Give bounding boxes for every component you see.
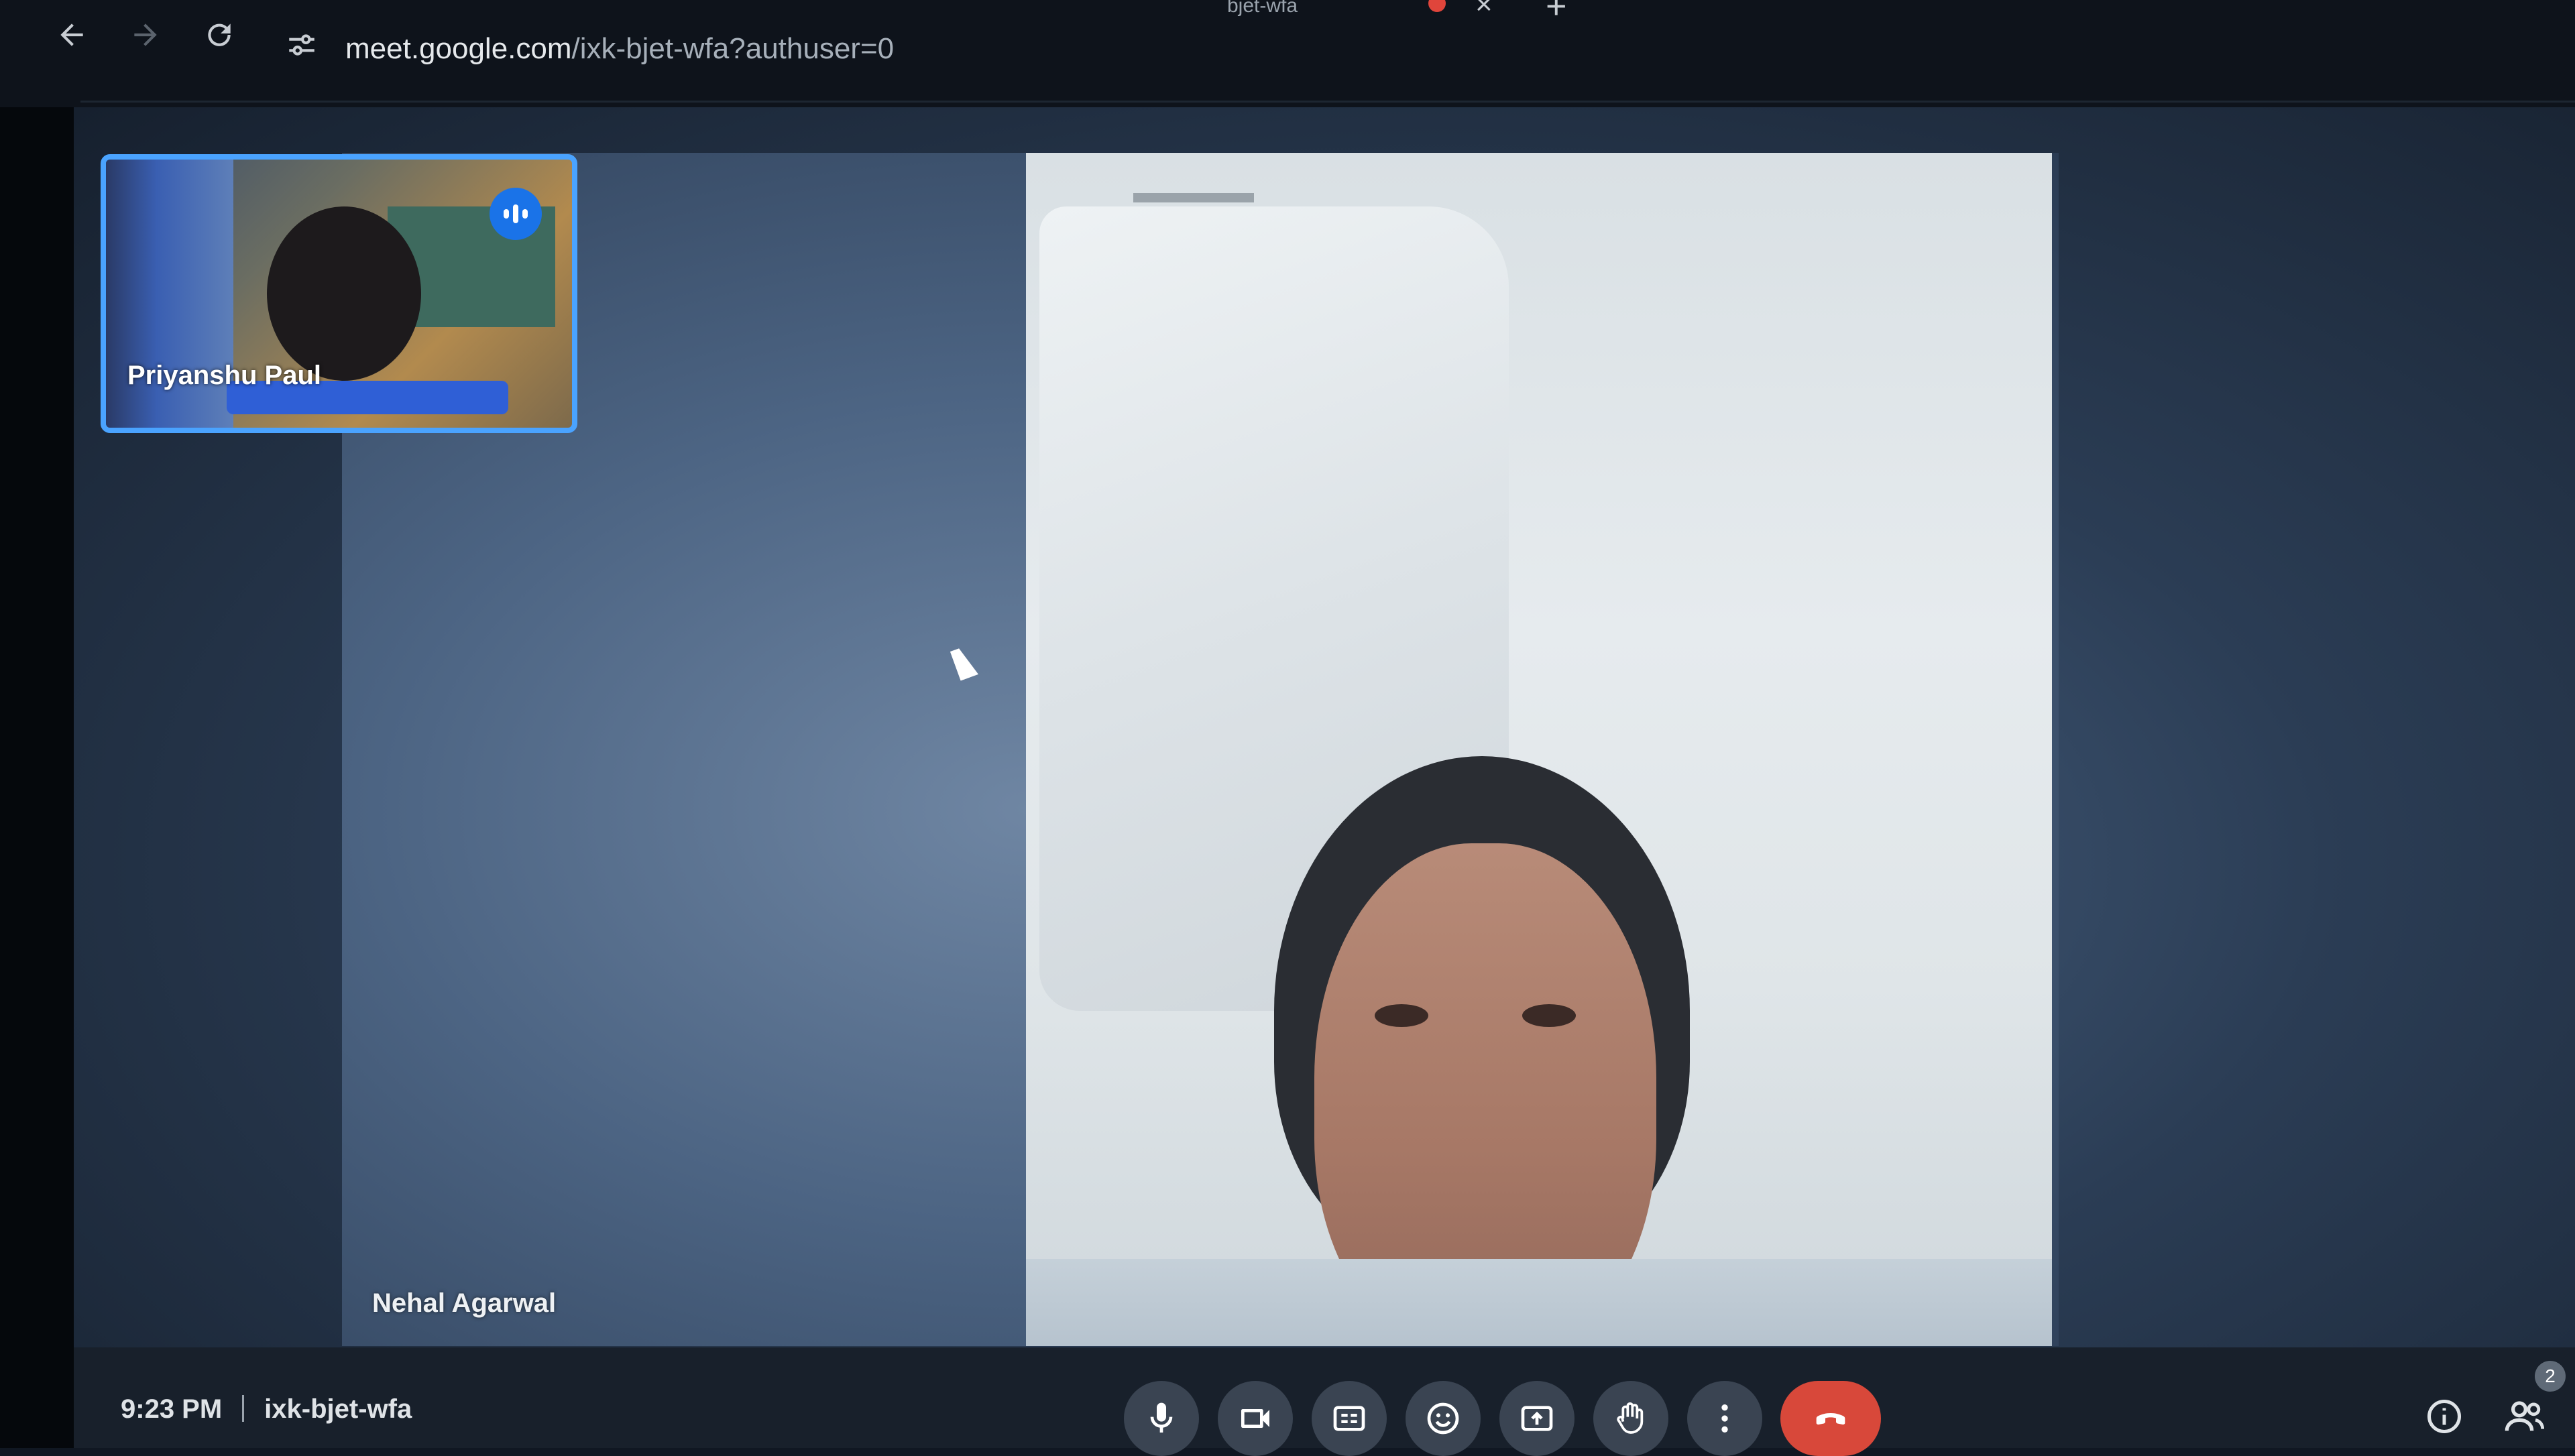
address-bar[interactable]: meet.google.com/ixk-bjet-wfa?authuser=0: [345, 32, 894, 66]
participant-video-main: [1026, 153, 2052, 1346]
meeting-time: 9:23 PM: [121, 1394, 223, 1424]
mic-icon: [1150, 1402, 1173, 1433]
background-hanger: [1133, 193, 1254, 202]
reactions-button[interactable]: [1406, 1381, 1481, 1456]
forward-button[interactable]: [122, 17, 169, 64]
reload-icon: [208, 23, 231, 46]
back-button[interactable]: [48, 17, 95, 64]
speaking-indicator-icon: [490, 188, 542, 240]
browser-chrome: bjet-wfa × + meet.google.com/ixk-bjet-wf…: [0, 0, 2575, 107]
new-tab-button[interactable]: +: [1546, 0, 1567, 27]
recording-indicator-icon: [1428, 0, 1446, 12]
more-vert-icon: [1721, 1404, 1728, 1433]
participant-tile-self[interactable]: Priyanshu Paul: [101, 154, 577, 433]
tab-title[interactable]: bjet-wfa: [1227, 0, 1298, 17]
raise-hand-button[interactable]: [1593, 1381, 1668, 1456]
emoji-icon: [1427, 1402, 1459, 1435]
camera-button[interactable]: [1218, 1381, 1293, 1456]
tune-icon: [289, 34, 314, 56]
site-info-button[interactable]: [285, 28, 319, 62]
captions-button[interactable]: [1312, 1381, 1387, 1456]
divider: [242, 1395, 245, 1422]
meeting-details: 9:23 PM ixk-bjet-wfa: [121, 1394, 412, 1424]
url-host: meet.google.com: [345, 32, 572, 65]
self-video-person: [267, 206, 421, 381]
more-options-button[interactable]: [1687, 1381, 1762, 1456]
meeting-info-button[interactable]: [2421, 1393, 2468, 1440]
tab-close-button[interactable]: ×: [1475, 0, 1493, 21]
participant-shirt: [1026, 1259, 2052, 1346]
leave-call-button[interactable]: [1780, 1381, 1881, 1456]
url-path: /ixk-bjet-wfa?authuser=0: [571, 32, 895, 65]
info-icon: [2427, 1400, 2461, 1433]
meeting-code[interactable]: ixk-bjet-wfa: [264, 1394, 412, 1424]
divider: [80, 101, 2575, 103]
participant-eye-left: [1375, 1004, 1428, 1027]
camera-icon: [1241, 1409, 1269, 1428]
reload-button[interactable]: [196, 17, 243, 64]
captions-icon: [1333, 1406, 1365, 1431]
microphone-button[interactable]: [1124, 1381, 1199, 1456]
people-count-badge: 2: [2535, 1361, 2566, 1392]
people-icon: [2505, 1401, 2545, 1431]
hangup-icon: [1816, 1413, 1845, 1425]
present-button[interactable]: [1499, 1381, 1575, 1456]
arrow-back-icon: [60, 23, 83, 46]
hand-icon: [1617, 1402, 1644, 1434]
screen-bezel: [0, 0, 74, 1448]
people-button[interactable]: [2501, 1393, 2548, 1440]
arrow-forward-icon: [134, 23, 157, 46]
participant-name-main: Nehal Agarwal: [372, 1288, 557, 1318]
participant-eye-right: [1522, 1004, 1576, 1027]
participant-name-self: Priyanshu Paul: [127, 361, 321, 390]
present-screen-icon: [1521, 1406, 1553, 1431]
